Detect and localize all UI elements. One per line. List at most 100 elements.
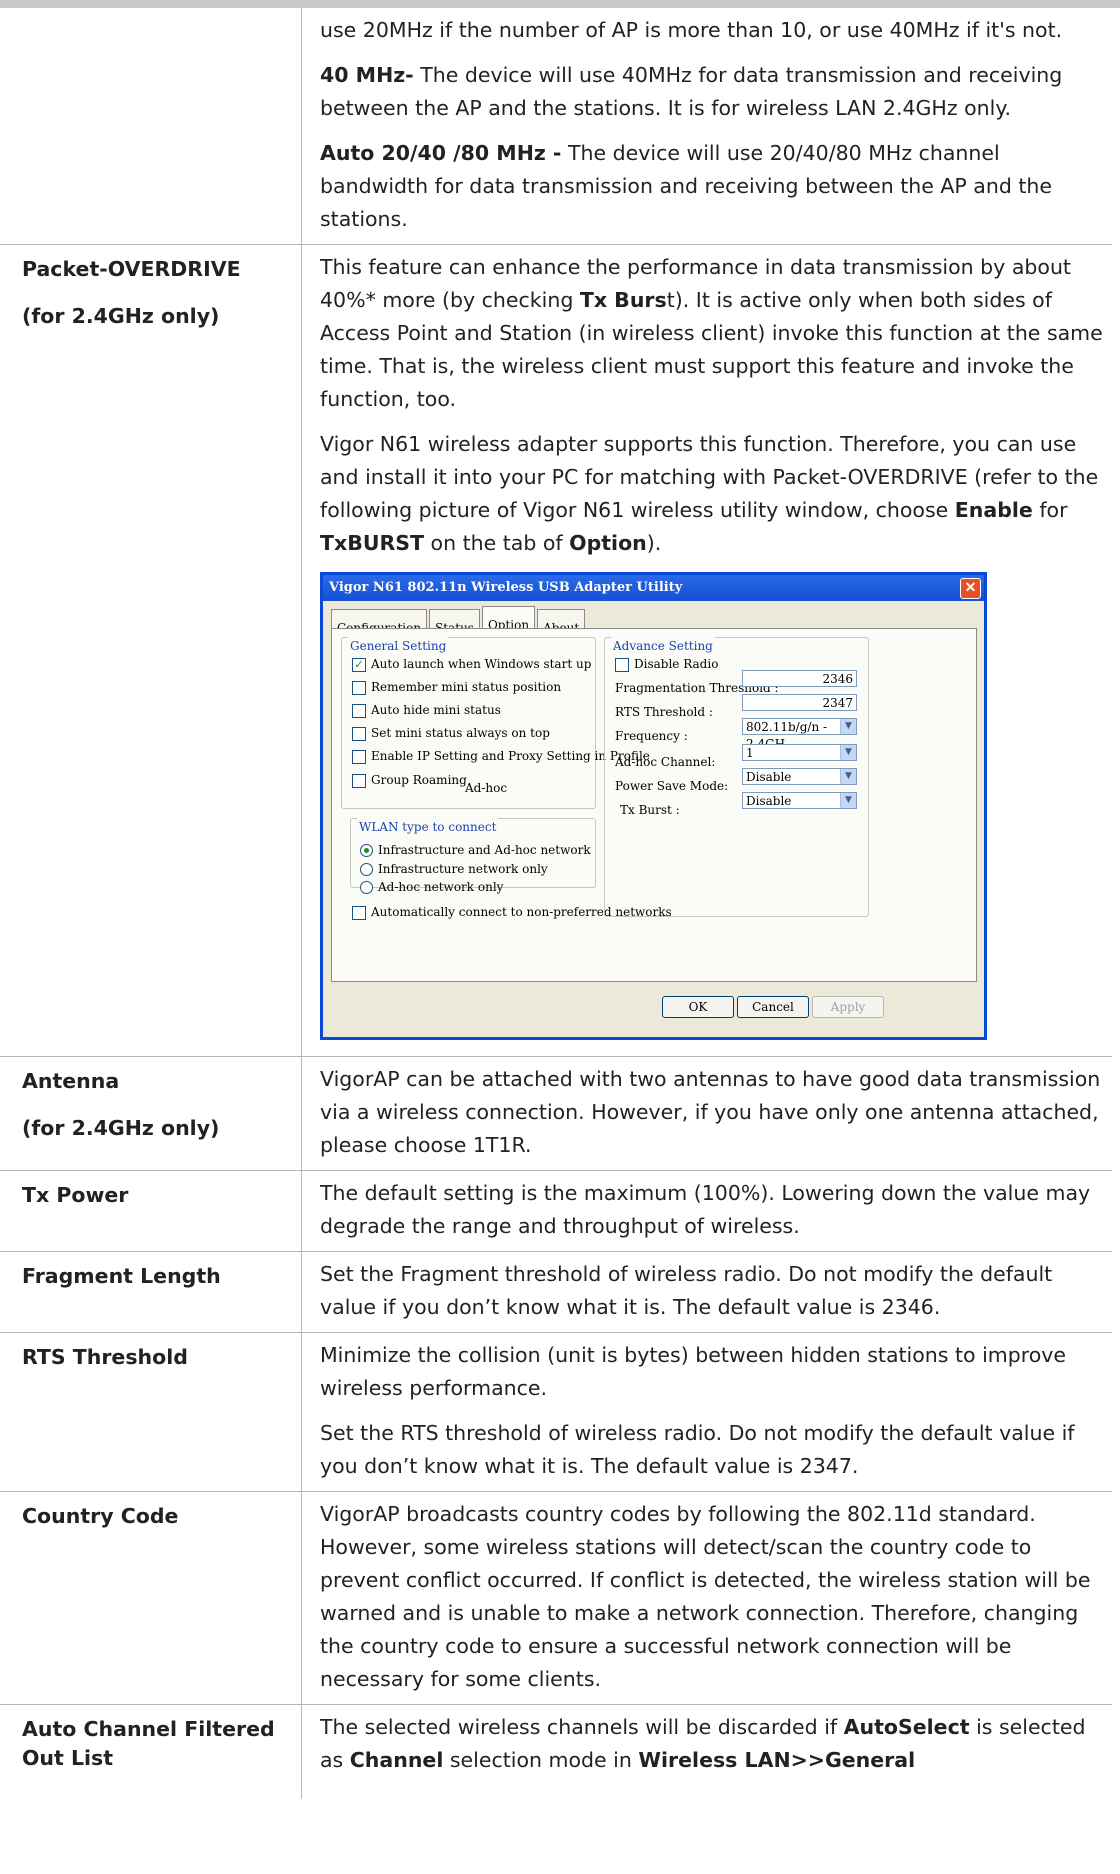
row-label-cell: Tx Power	[0, 1171, 302, 1251]
row-label: Fragment Length	[22, 1264, 221, 1288]
general-setting-checkbox[interactable]: Group Roaming	[352, 764, 467, 797]
text-run: The device will use 40MHz for data trans…	[320, 63, 1063, 120]
text-run: Minimize the collision (unit is bytes) b…	[320, 1343, 1067, 1400]
checkbox-icon	[352, 703, 366, 718]
row-description-cell: The selected wireless channels will be d…	[302, 1705, 1112, 1799]
bold-term: Channel	[349, 1748, 444, 1772]
radio-icon	[360, 881, 373, 894]
description-paragraph: This feature can enhance the performance…	[320, 251, 1104, 416]
row-label: Auto Channel Filtered Out List	[22, 1717, 275, 1770]
ok-button[interactable]: OK	[662, 996, 734, 1018]
table-row: Tx Power The default setting is the maxim…	[0, 1171, 1112, 1252]
bold-term: Auto 20/40 /80 MHz -	[320, 141, 562, 165]
table-row: Antenna (for 2.4GHz only) VigorAP can be a…	[0, 1057, 1112, 1171]
checkbox-label: Group Roaming	[371, 773, 467, 787]
row-description-cell: Set the Fragment threshold of wireless r…	[302, 1252, 1112, 1332]
bold-term: 40 MHz-	[320, 63, 414, 87]
row-description-cell: The default setting is the maximum (100%…	[302, 1171, 1112, 1251]
row-label: Packet-OVERDRIVE	[22, 257, 241, 281]
row-description-cell: use 20MHz if the number of AP is more th…	[302, 8, 1112, 244]
frag-threshold-input[interactable]: 2346	[742, 670, 857, 687]
row-label-cell: Fragment Length	[0, 1252, 302, 1332]
text-run: The default setting is the maximum (100%…	[320, 1181, 1091, 1238]
chevron-down-icon: ▼	[840, 719, 856, 734]
row-label: Antenna	[22, 1069, 120, 1093]
adhoc-channel-select[interactable]: 1 ▼	[742, 744, 857, 761]
text-run: for	[1032, 498, 1068, 522]
window-title-text: Vigor N61 802.11n Wireless USB Adapter U…	[329, 580, 683, 595]
chevron-down-icon: ▼	[840, 769, 856, 784]
rts-threshold-input[interactable]: 2347	[742, 694, 857, 711]
row-label-cell	[0, 8, 302, 244]
close-icon[interactable]: ✕	[960, 578, 981, 599]
row-description-cell: VigorAP broadcasts country codes by foll…	[302, 1492, 1112, 1704]
text-run: Set the RTS threshold of wireless radio.…	[320, 1421, 1075, 1478]
description-paragraph: The selected wireless channels will be d…	[320, 1711, 1104, 1777]
description-paragraph: use 20MHz if the number of AP is more th…	[320, 14, 1104, 47]
description-paragraph: Set the RTS threshold of wireless radio.…	[320, 1417, 1104, 1483]
description-paragraph: Vigor N61 wireless adapter supports this…	[320, 428, 1104, 560]
description-paragraph: VigorAP broadcasts country codes by foll…	[320, 1498, 1104, 1696]
table-row: RTS Threshold Minimize the collision (uni…	[0, 1333, 1112, 1492]
bold-term: Wireless LAN>>General	[638, 1748, 916, 1772]
option-panel: General Setting ✓ Auto launch when Window…	[331, 628, 977, 982]
text-run: ).	[646, 531, 662, 555]
row-label: Tx Power	[22, 1183, 129, 1207]
description-paragraph: Minimize the collision (unit is bytes) b…	[320, 1339, 1104, 1405]
checkmark-icon: ✓	[352, 657, 366, 672]
text-run: VigorAP broadcasts country codes by foll…	[320, 1502, 1091, 1691]
description-paragraph: Auto 20/40 /80 MHz - The device will use…	[320, 137, 1104, 236]
text-run: selection mode in	[443, 1748, 639, 1772]
power-save-select[interactable]: Disable ▼	[742, 768, 857, 785]
bold-term: AutoSelect	[843, 1715, 970, 1739]
tx-burst-select[interactable]: Disable ▼	[742, 792, 857, 809]
row-label-cell: RTS Threshold	[0, 1333, 302, 1491]
text-run: use 20MHz if the number of AP is more th…	[320, 18, 1063, 42]
description-paragraph: VigorAP can be attached with two antenna…	[320, 1063, 1104, 1162]
bold-term: Tx Burs	[579, 288, 667, 312]
row-description-cell: VigorAP can be attached with two antenna…	[302, 1057, 1112, 1170]
adhoc-text: Ad-hoc	[465, 781, 508, 795]
chevron-down-icon: ▼	[840, 745, 856, 760]
text-run: VigorAP can be attached with two antenna…	[320, 1067, 1101, 1157]
table-row: Country Code VigorAP broadcasts country c…	[0, 1492, 1112, 1705]
row-label: (for 2.4GHz only)	[22, 304, 220, 328]
channel-value: 1	[746, 746, 754, 760]
checkbox-icon	[352, 905, 366, 920]
row-label-cell: Antenna (for 2.4GHz only)	[0, 1057, 302, 1170]
table-row: use 20MHz if the number of AP is more th…	[0, 8, 1112, 245]
checkbox-icon	[352, 773, 366, 788]
page-top-rule	[0, 0, 1120, 8]
checkbox-icon	[352, 680, 366, 695]
row-label: RTS Threshold	[22, 1345, 188, 1369]
row-label: (for 2.4GHz only)	[22, 1116, 220, 1140]
checkbox-icon	[615, 657, 629, 672]
text-run: on the tab of	[424, 531, 570, 555]
bold-term: Option	[569, 531, 647, 555]
frequency-select[interactable]: 802.11b/g/n - 2.4GH▼	[742, 718, 857, 751]
chevron-down-icon: ▼	[840, 793, 856, 808]
description-paragraph: The default setting is the maximum (100%…	[320, 1177, 1104, 1243]
tx-burst-label: Tx Burst :	[620, 803, 680, 817]
tx-burst-value: Disable	[746, 794, 792, 808]
description-paragraph: Set the Fragment threshold of wireless r…	[320, 1258, 1104, 1324]
text-run: Set the Fragment threshold of wireless r…	[320, 1262, 1053, 1319]
row-label-cell: Packet-OVERDRIVE (for 2.4GHz only)	[0, 245, 302, 1056]
row-label-cell: Country Code	[0, 1492, 302, 1704]
apply-button[interactable]: Apply	[812, 996, 884, 1018]
window-title: Vigor N61 802.11n Wireless USB Adapter U…	[323, 575, 984, 601]
settings-table: use 20MHz if the number of AP is more th…	[0, 8, 1112, 1799]
text-run: The selected wireless channels will be d…	[320, 1715, 844, 1739]
description-paragraph: 40 MHz- The device will use 40MHz for da…	[320, 59, 1104, 125]
row-description-cell: This feature can enhance the performance…	[302, 245, 1112, 1056]
row-description-cell: Minimize the collision (unit is bytes) b…	[302, 1333, 1112, 1491]
cancel-button[interactable]: Cancel	[737, 996, 809, 1018]
power-save-value: Disable	[746, 770, 792, 784]
row-label-cell: Auto Channel Filtered Out List	[0, 1705, 302, 1799]
row-label: Country Code	[22, 1504, 179, 1528]
checkbox-icon	[352, 726, 366, 741]
checkbox-icon	[352, 749, 366, 764]
table-row: Fragment Length Set the Fragment threshol…	[0, 1252, 1112, 1333]
utility-window-screenshot: Vigor N61 802.11n Wireless USB Adapter U…	[320, 572, 987, 1040]
table-row: Packet-OVERDRIVE (for 2.4GHz only) This fe…	[0, 245, 1112, 1057]
